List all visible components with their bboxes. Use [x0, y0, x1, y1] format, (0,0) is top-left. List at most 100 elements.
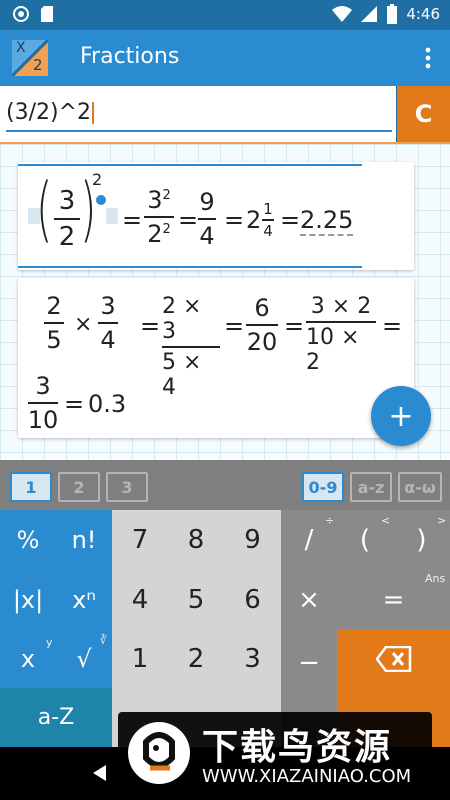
close-paren-key[interactable]: ) >	[393, 510, 450, 570]
result-card-2[interactable]: 2 5 × 3 4 = 2 × 3 5 × 4 = 6 20 = 3 × 2 1…	[18, 278, 414, 438]
step1-den-power: 2	[162, 222, 171, 237]
fraction-bar	[162, 346, 220, 348]
multiply-key[interactable]: ×	[281, 570, 337, 630]
expression-text: (3/2)^2	[6, 100, 92, 125]
base-fraction: 3 2	[54, 186, 80, 252]
open-paren-key-hint: <	[381, 514, 391, 527]
expression-input-row: (3/2)^2 C	[0, 86, 450, 142]
app-logo-x: X	[16, 40, 26, 56]
ans-hint: Ans	[425, 572, 446, 585]
tab-page-2[interactable]: 2	[58, 472, 100, 502]
fraction-f-numerator: 3	[35, 372, 51, 400]
factorial-key[interactable]: n!	[56, 510, 112, 570]
tab-page-3[interactable]: 3	[106, 472, 148, 502]
x-key[interactable]: x y	[0, 630, 56, 688]
clear-button[interactable]: C	[396, 86, 450, 142]
open-paren-key-label: (	[359, 525, 371, 555]
cellular-icon	[360, 5, 378, 23]
fraction-bar	[28, 402, 58, 404]
fraction-f: 3 10	[27, 372, 59, 434]
add-button[interactable]: +	[371, 386, 431, 446]
digit-3-key[interactable]: 3	[224, 630, 281, 688]
fraction-a: 2 5	[44, 292, 64, 354]
exponent: 2	[92, 170, 103, 189]
fraction-d-denominator: 20	[246, 328, 278, 356]
back-icon[interactable]	[90, 763, 110, 783]
x-key-label: x	[20, 645, 36, 673]
divide-key-hint: ÷	[325, 514, 335, 527]
watermark-title: 下载鸟资源	[202, 727, 393, 768]
fraction-c-denominator: 5 × 4	[162, 350, 202, 400]
status-bar: 4:46	[0, 0, 450, 30]
close-paren-key-label: )	[416, 525, 427, 555]
mixed-fraction: 1 4	[262, 200, 274, 240]
keyboard-tabs: 1 2 3 0-9 a-z α-ω	[0, 460, 450, 510]
watermark-url: WWW.XIAZAINIAO.COM	[202, 766, 412, 787]
equals-sign: =	[284, 312, 305, 340]
step1-den-base: 2	[147, 220, 163, 248]
percent-key[interactable]: %	[0, 510, 56, 570]
power-key[interactable]: xⁿ	[56, 570, 112, 630]
open-paren-key[interactable]: ( <	[337, 510, 393, 570]
equals-sign: =	[382, 312, 403, 340]
digit-9-key[interactable]: 9	[224, 510, 281, 570]
digit-6-key[interactable]: 6	[224, 570, 281, 630]
mixed-numerator: 1	[263, 200, 273, 218]
fraction-c: 2 × 3 5 × 4	[162, 294, 220, 400]
digit-7-key[interactable]: 7	[112, 510, 168, 570]
fraction-bar	[262, 219, 274, 221]
tab-greek[interactable]: α-ω	[398, 472, 442, 502]
app-bar: X 2 Fractions	[0, 30, 450, 86]
battery-icon	[386, 4, 398, 24]
step2-denominator: 4	[199, 222, 215, 250]
fraction-b: 3 4	[98, 292, 118, 354]
fraction-d-numerator: 6	[254, 294, 270, 322]
equals-sign: =	[178, 206, 199, 234]
backspace-icon	[374, 645, 412, 676]
app-logo-icon: X 2	[10, 38, 50, 78]
equals-key[interactable]: = Ans	[337, 570, 450, 630]
alphabet-key[interactable]: a-Z	[0, 688, 112, 747]
tab-latin[interactable]: a-z	[350, 472, 392, 502]
sqrt-key[interactable]: √ ∛	[56, 630, 112, 688]
digit-2-key[interactable]: 2	[168, 630, 224, 688]
fraction-e: 3 × 2 10 × 2	[306, 294, 376, 375]
close-paren-key-hint: >	[437, 514, 447, 527]
fraction-bar	[44, 322, 64, 324]
watermark-logo	[128, 722, 190, 784]
mixed-whole: 2	[246, 206, 262, 234]
fraction-bar	[54, 218, 80, 220]
digit-8-key[interactable]: 8	[168, 510, 224, 570]
step2-fraction: 9 4	[198, 188, 216, 250]
app-logo-2: 2	[33, 56, 43, 74]
divide-key-label: /	[304, 525, 314, 555]
digit-4-key[interactable]: 4	[112, 570, 168, 630]
tab-page-1[interactable]: 1	[10, 472, 52, 502]
fraction-d: 6 20	[246, 294, 278, 356]
fraction-bar	[144, 216, 174, 218]
equals-sign: =	[122, 206, 143, 234]
equals-sign: =	[224, 312, 245, 340]
tab-digits[interactable]: 0-9	[302, 472, 344, 502]
equals-sign: =	[280, 206, 301, 234]
fraction-b-numerator: 3	[100, 292, 116, 320]
fraction-f-denominator: 10	[27, 406, 59, 434]
digit-5-key[interactable]: 5	[168, 570, 224, 630]
decimal-result: 2.25	[300, 206, 354, 236]
cursor-handle[interactable]	[96, 195, 106, 205]
overflow-menu-icon[interactable]	[418, 45, 438, 71]
fraction-a-numerator: 2	[46, 292, 62, 320]
sqrt-key-hint: ∛	[100, 634, 108, 647]
times-sign: ×	[74, 312, 93, 337]
divide-key[interactable]: / ÷	[281, 510, 337, 570]
absolute-value-key[interactable]: |x|	[0, 570, 56, 630]
step2-numerator: 9	[199, 188, 215, 216]
fraction-a-denominator: 5	[46, 326, 62, 354]
digit-1-key[interactable]: 1	[112, 630, 168, 688]
open-paren: (	[36, 168, 53, 250]
equals-sign: =	[224, 206, 245, 234]
sync-icon	[12, 5, 30, 23]
result-card-1[interactable]: ( 3 2 ) 2 = 32 22 = 9 4 = 2 1 4 = 2.25	[18, 162, 414, 270]
x-key-hint: y	[46, 636, 53, 649]
expression-input[interactable]: (3/2)^2	[6, 96, 392, 132]
